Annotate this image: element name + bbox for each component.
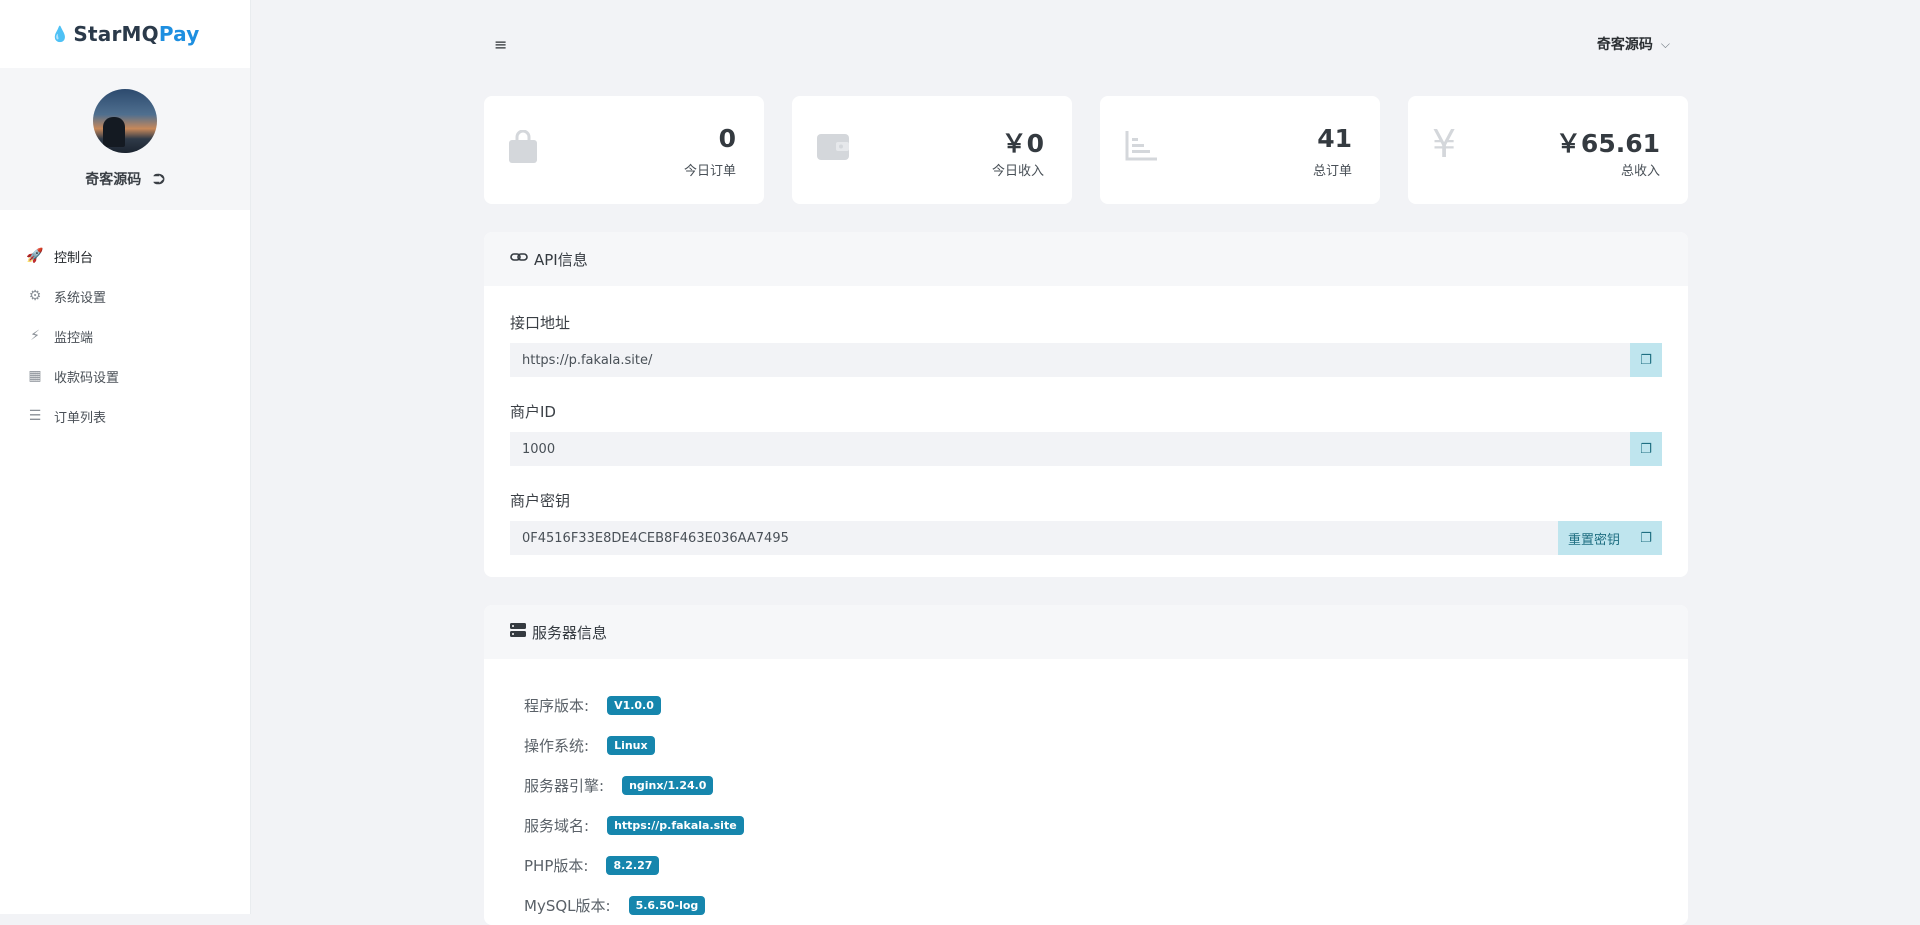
user-panel: 奇客源码 ⮊ xyxy=(0,68,250,210)
rocket-icon: 🚀 xyxy=(26,248,44,264)
bolt-icon: ⚡ xyxy=(30,328,40,344)
stat-value: 0 xyxy=(718,124,736,153)
user-name: 奇客源码 xyxy=(85,172,142,188)
server-row-badge: 5.6.50-log xyxy=(628,895,706,915)
qrcode-icon: ▦ xyxy=(28,368,42,384)
server-row-mysql: MySQL版本: 5.6.50-log xyxy=(524,885,1648,925)
sidebar-item-label: 监控端 xyxy=(54,330,94,346)
card-header: API信息 xyxy=(484,232,1688,286)
server-row-badge: 8.2.27 xyxy=(606,855,660,875)
stat-label: 总收入 xyxy=(1620,164,1660,179)
api-url-input[interactable] xyxy=(510,343,1630,377)
sidebar-item-monitor[interactable]: ⚡ 监控端 xyxy=(0,316,250,356)
server-row-engine: 服务器引擎: nginx/1.24.0 xyxy=(524,765,1648,805)
server-row-version: 程序版本: V1.0.0 xyxy=(524,685,1648,725)
sidebar: 💧 StarMQ Pay 奇客源码 ⮊ 🚀 控制台 ⚙ 系统设置 ⚡ 监控端 ▦ … xyxy=(0,0,250,914)
brand-name-part2: Pay xyxy=(158,22,200,46)
brand-logo[interactable]: 💧 StarMQ Pay xyxy=(0,0,250,68)
server-row-php: PHP版本: 8.2.27 xyxy=(524,845,1648,885)
server-row-label: PHP版本: xyxy=(524,856,589,875)
main-content: ≡ 奇客源码 ⌵ 0 今日订单 ￥0 今日收入 41 总订单 ¥ ￥65.61 … xyxy=(484,0,1688,925)
merchant-key-input[interactable] xyxy=(510,521,1558,555)
server-row-label: MySQL版本: xyxy=(524,896,611,915)
server-info-card: 服务器信息 程序版本: V1.0.0 操作系统: Linux 服务器引擎: ng… xyxy=(484,605,1688,925)
server-row-domain: 服务域名: https://p.fakala.site xyxy=(524,805,1648,845)
merchant-id-input[interactable] xyxy=(510,432,1630,466)
card-header: 服务器信息 xyxy=(484,605,1688,659)
copy-key-button[interactable]: ❐ xyxy=(1630,521,1662,555)
sidebar-item-label: 控制台 xyxy=(54,250,94,266)
merchant-id-group: ❐ xyxy=(510,432,1662,466)
bar-chart-icon xyxy=(1124,130,1158,171)
copy-merchant-id-button[interactable]: ❐ xyxy=(1630,432,1662,466)
api-info-card: API信息 接口地址 ❐ 商户ID ❐ 商户密钥 重置密钥 ❐ xyxy=(484,232,1688,577)
flame-icon: 💧 xyxy=(50,25,70,43)
brand-name-part1: StarMQ xyxy=(73,22,159,46)
list-icon: ☰ xyxy=(28,408,42,424)
server-row-badge: V1.0.0 xyxy=(607,695,661,715)
server-row-label: 服务域名: xyxy=(524,816,590,835)
server-row-badge: https://p.fakala.site xyxy=(607,815,744,835)
api-url-group: ❐ xyxy=(510,343,1662,377)
server-row-badge: Linux xyxy=(607,735,655,755)
copy-url-button[interactable]: ❐ xyxy=(1630,343,1662,377)
user-name-row: 奇客源码 ⮊ xyxy=(85,169,164,189)
stat-value: ￥0 xyxy=(1001,129,1044,158)
server-row-label: 程序版本: xyxy=(524,696,590,715)
merchant-key-group: 重置密钥 ❐ xyxy=(510,521,1662,555)
sidebar-item-dashboard[interactable]: 🚀 控制台 xyxy=(0,236,250,276)
copy-icon: ❐ xyxy=(1640,530,1652,546)
stat-card-today-income: ￥0 今日收入 xyxy=(792,96,1072,204)
server-info-list: 程序版本: V1.0.0 操作系统: Linux 服务器引擎: nginx/1.… xyxy=(484,659,1688,925)
stat-card-total-orders: 41 总订单 xyxy=(1100,96,1380,204)
logout-icon[interactable]: ⮊ xyxy=(153,170,164,188)
copy-icon: ❐ xyxy=(1640,441,1652,457)
stat-card-total-income: ¥ ￥65.61 总收入 xyxy=(1408,96,1688,204)
gear-icon: ⚙ xyxy=(28,288,42,304)
stat-value: ￥65.61 xyxy=(1555,129,1660,158)
sidebar-item-qrcode[interactable]: ▦ 收款码设置 xyxy=(0,356,250,396)
card-title: API信息 xyxy=(534,250,588,269)
sidebar-nav: 🚀 控制台 ⚙ 系统设置 ⚡ 监控端 ▦ 收款码设置 ☰ 订单列表 xyxy=(0,236,250,436)
merchant-key-label: 商户密钥 xyxy=(510,492,571,510)
user-menu[interactable]: 奇客源码 ⌵ xyxy=(1597,34,1670,54)
server-row-label: 服务器引擎: xyxy=(524,776,605,795)
sidebar-item-label: 系统设置 xyxy=(54,290,107,306)
shopping-bag-icon xyxy=(508,129,538,173)
server-row-label: 操作系统: xyxy=(524,736,590,755)
sidebar-item-label: 订单列表 xyxy=(54,410,107,426)
reset-key-button[interactable]: 重置密钥 xyxy=(1557,521,1630,555)
topbar: ≡ 奇客源码 ⌵ xyxy=(484,0,1688,88)
stat-value: 41 xyxy=(1317,124,1352,153)
avatar[interactable] xyxy=(93,89,157,153)
chevron-down-icon: ⌵ xyxy=(1660,36,1670,51)
stat-label: 今日订单 xyxy=(683,164,736,179)
sidebar-item-settings[interactable]: ⚙ 系统设置 xyxy=(0,276,250,316)
wallet-icon xyxy=(816,130,850,170)
link-icon xyxy=(510,250,528,268)
copy-icon: ❐ xyxy=(1640,352,1652,368)
merchant-id-label: 商户ID xyxy=(510,403,556,421)
sidebar-item-orders[interactable]: ☰ 订单列表 xyxy=(0,396,250,436)
stat-label: 总订单 xyxy=(1312,164,1352,179)
topbar-username: 奇客源码 xyxy=(1596,37,1653,53)
server-row-badge: nginx/1.24.0 xyxy=(622,775,714,795)
sidebar-item-label: 收款码设置 xyxy=(54,370,120,386)
stats-row: 0 今日订单 ￥0 今日收入 41 总订单 ¥ ￥65.61 总收入 xyxy=(484,96,1688,204)
stat-card-today-orders: 0 今日订单 xyxy=(484,96,764,204)
card-title: 服务器信息 xyxy=(532,623,608,642)
server-icon xyxy=(510,623,526,641)
yen-icon: ¥ xyxy=(1432,122,1457,166)
card-body: 接口地址 ❐ 商户ID ❐ 商户密钥 重置密钥 ❐ xyxy=(484,286,1688,577)
stat-label: 今日收入 xyxy=(991,164,1044,179)
menu-toggle-icon[interactable]: ≡ xyxy=(494,35,507,54)
api-url-label: 接口地址 xyxy=(510,314,571,332)
server-row-os: 操作系统: Linux xyxy=(524,725,1648,765)
